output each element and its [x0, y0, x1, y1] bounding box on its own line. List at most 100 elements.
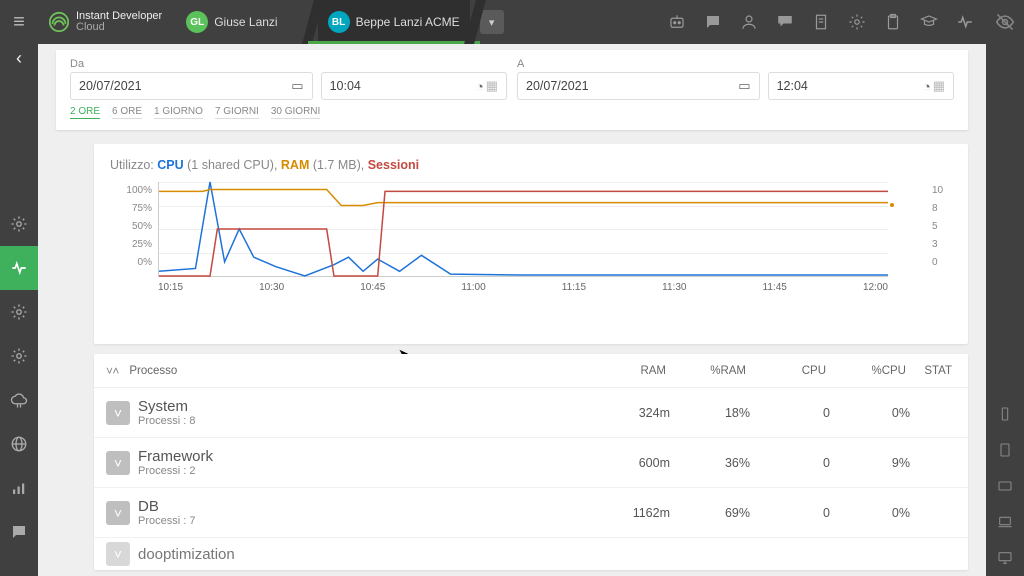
cell-cpupct: 9%	[830, 456, 910, 470]
device-laptop-icon[interactable]	[986, 504, 1024, 540]
th-cpupct[interactable]: %CPU	[830, 365, 910, 377]
to-label: A	[517, 58, 954, 70]
device-phone-icon[interactable]	[986, 396, 1024, 432]
device-desktop-icon[interactable]	[986, 540, 1024, 576]
process-table: ˅ ˄ Processo RAM %RAM CPU %CPU STAT ˅ Sy…	[94, 354, 968, 570]
date-filter-card: Da 20/07/2021▭ 10:04◔ ▦ A 20/07/2021▭ 12…	[56, 50, 968, 130]
person-icon[interactable]	[740, 13, 758, 31]
quick-30d[interactable]: 30 GIORNI	[271, 106, 320, 119]
th-process[interactable]: Processo	[125, 365, 590, 377]
from-date-input[interactable]: 20/07/2021▭	[70, 72, 313, 100]
expand-icon[interactable]: ˅	[106, 451, 130, 475]
cell-cpupct: 0%	[830, 506, 910, 520]
chart-title: Utilizzo: CPU (1 shared CPU), RAM (1.7 M…	[110, 158, 952, 172]
process-name: dooptimization	[138, 546, 235, 563]
table-row[interactable]: ˅ DBProcessi : 7 1162m 69% 0 0%	[94, 488, 968, 538]
calendar-icon: ▭	[291, 78, 303, 94]
from-label: Da	[70, 58, 507, 70]
cell-cpu: 0	[750, 456, 830, 470]
grid-icon[interactable]: ▦	[933, 78, 945, 94]
quick-7d[interactable]: 7 GIORNI	[215, 106, 259, 119]
table-header: ˅ ˄ Processo RAM %RAM CPU %CPU STAT	[94, 354, 968, 388]
process-sub: Processi : 2	[138, 465, 590, 477]
nav-gear-3[interactable]	[0, 334, 38, 378]
user-tab-0[interactable]: GL Giuse Lanzi	[186, 11, 277, 33]
device-tablet-l-icon[interactable]	[986, 468, 1024, 504]
quick-1d[interactable]: 1 GIORNO	[154, 106, 203, 119]
y-axis-right: 108530	[932, 182, 952, 272]
process-name: DB	[138, 498, 590, 515]
x-axis: 10:1510:3010:4511:0011:1511:3011:4512:00	[158, 282, 888, 293]
th-cpu[interactable]: CPU	[750, 365, 830, 377]
table-row[interactable]: ˅ SystemProcessi : 8 324m 18% 0 0%	[94, 388, 968, 438]
expand-icon[interactable]: ˅	[106, 542, 130, 566]
nav-chart[interactable]	[0, 466, 38, 510]
top-bar: ≡ Instant Developer Cloud GL Giuse Lanzi…	[0, 0, 1024, 44]
menu-icon[interactable]: ≡	[0, 0, 38, 44]
user-name: Beppe Lanzi ACME	[356, 15, 460, 29]
clipboard-icon[interactable]	[884, 13, 902, 31]
clock-icon: ◔	[476, 79, 484, 94]
avatar: BL	[328, 11, 350, 33]
user-name: Giuse Lanzi	[214, 15, 277, 29]
user-dropdown-button[interactable]: ▾	[480, 10, 504, 34]
cell-cpupct: 0%	[830, 406, 910, 420]
table-row[interactable]: ˅ FrameworkProcessi : 2 600m 36% 0 9%	[94, 438, 968, 488]
quick-6h[interactable]: 6 ORE	[112, 106, 142, 119]
process-sub: Processi : 7	[138, 515, 590, 527]
cell-ram: 600m	[590, 456, 670, 470]
brand-logo[interactable]: Instant Developer Cloud	[38, 11, 172, 33]
brand-line2: Cloud	[76, 22, 162, 33]
to-time-input[interactable]: 12:04◔ ▦	[768, 72, 954, 100]
th-rampct[interactable]: %RAM	[670, 365, 750, 377]
receipt-icon[interactable]	[812, 13, 830, 31]
avatar: GL	[186, 11, 208, 33]
cell-rampct: 36%	[670, 456, 750, 470]
graduate-icon[interactable]	[920, 13, 938, 31]
device-tablet-p-icon[interactable]	[986, 432, 1024, 468]
clock-icon: ◔	[923, 79, 931, 94]
speech-bubble-icon[interactable]	[776, 13, 794, 31]
chat-icon[interactable]	[704, 13, 722, 31]
user-tab-1[interactable]: BL Beppe Lanzi ACME	[318, 0, 470, 44]
to-date-input[interactable]: 20/07/2021▭	[517, 72, 760, 100]
back-button[interactable]: ‹	[0, 44, 38, 72]
grid-icon[interactable]: ▦	[486, 78, 498, 94]
cell-rampct: 18%	[670, 406, 750, 420]
from-time-input[interactable]: 10:04◔ ▦	[321, 72, 507, 100]
sort-toggle[interactable]: ˅ ˄	[106, 364, 117, 378]
process-name: Framework	[138, 448, 590, 465]
main-content: Da 20/07/2021▭ 10:04◔ ▦ A 20/07/2021▭ 12…	[38, 44, 986, 576]
nav-cloud[interactable]	[0, 378, 38, 422]
quick-2h[interactable]: 2 ORE	[70, 106, 100, 119]
usage-chart-card: Utilizzo: CPU (1 shared CPU), RAM (1.7 M…	[94, 144, 968, 344]
right-rail	[986, 0, 1024, 576]
cell-ram: 1162m	[590, 506, 670, 520]
nav-gear-1[interactable]	[0, 202, 38, 246]
nav-globe[interactable]	[0, 422, 38, 466]
y-axis-left: 100%75%50%25%0%	[110, 182, 152, 272]
process-name: System	[138, 398, 590, 415]
pulse-icon[interactable]	[956, 13, 974, 31]
left-nav: ‹	[0, 44, 38, 576]
nav-monitoring[interactable]	[0, 246, 38, 290]
expand-icon[interactable]: ˅	[106, 401, 130, 425]
cell-cpu: 0	[750, 506, 830, 520]
quick-range-links: 2 ORE 6 ORE 1 GIORNO 7 GIORNI 30 GIORNI	[70, 106, 954, 119]
process-sub: Processi : 8	[138, 415, 590, 427]
expand-icon[interactable]: ˅	[106, 501, 130, 525]
cell-rampct: 69%	[670, 506, 750, 520]
nav-gear-2[interactable]	[0, 290, 38, 334]
eye-off-icon[interactable]	[995, 0, 1015, 44]
ram-last-point	[890, 203, 894, 207]
chart-plot[interactable]	[158, 182, 888, 277]
calendar-icon: ▭	[738, 78, 750, 94]
gear-icon[interactable]	[848, 13, 866, 31]
th-ram[interactable]: RAM	[590, 365, 670, 377]
bot-icon[interactable]	[668, 13, 686, 31]
table-row[interactable]: ˅ dooptimization	[94, 538, 968, 570]
th-stat[interactable]: STAT	[910, 365, 956, 377]
fingerprint-icon	[48, 11, 70, 33]
cell-ram: 324m	[590, 406, 670, 420]
nav-comment[interactable]	[0, 510, 38, 554]
